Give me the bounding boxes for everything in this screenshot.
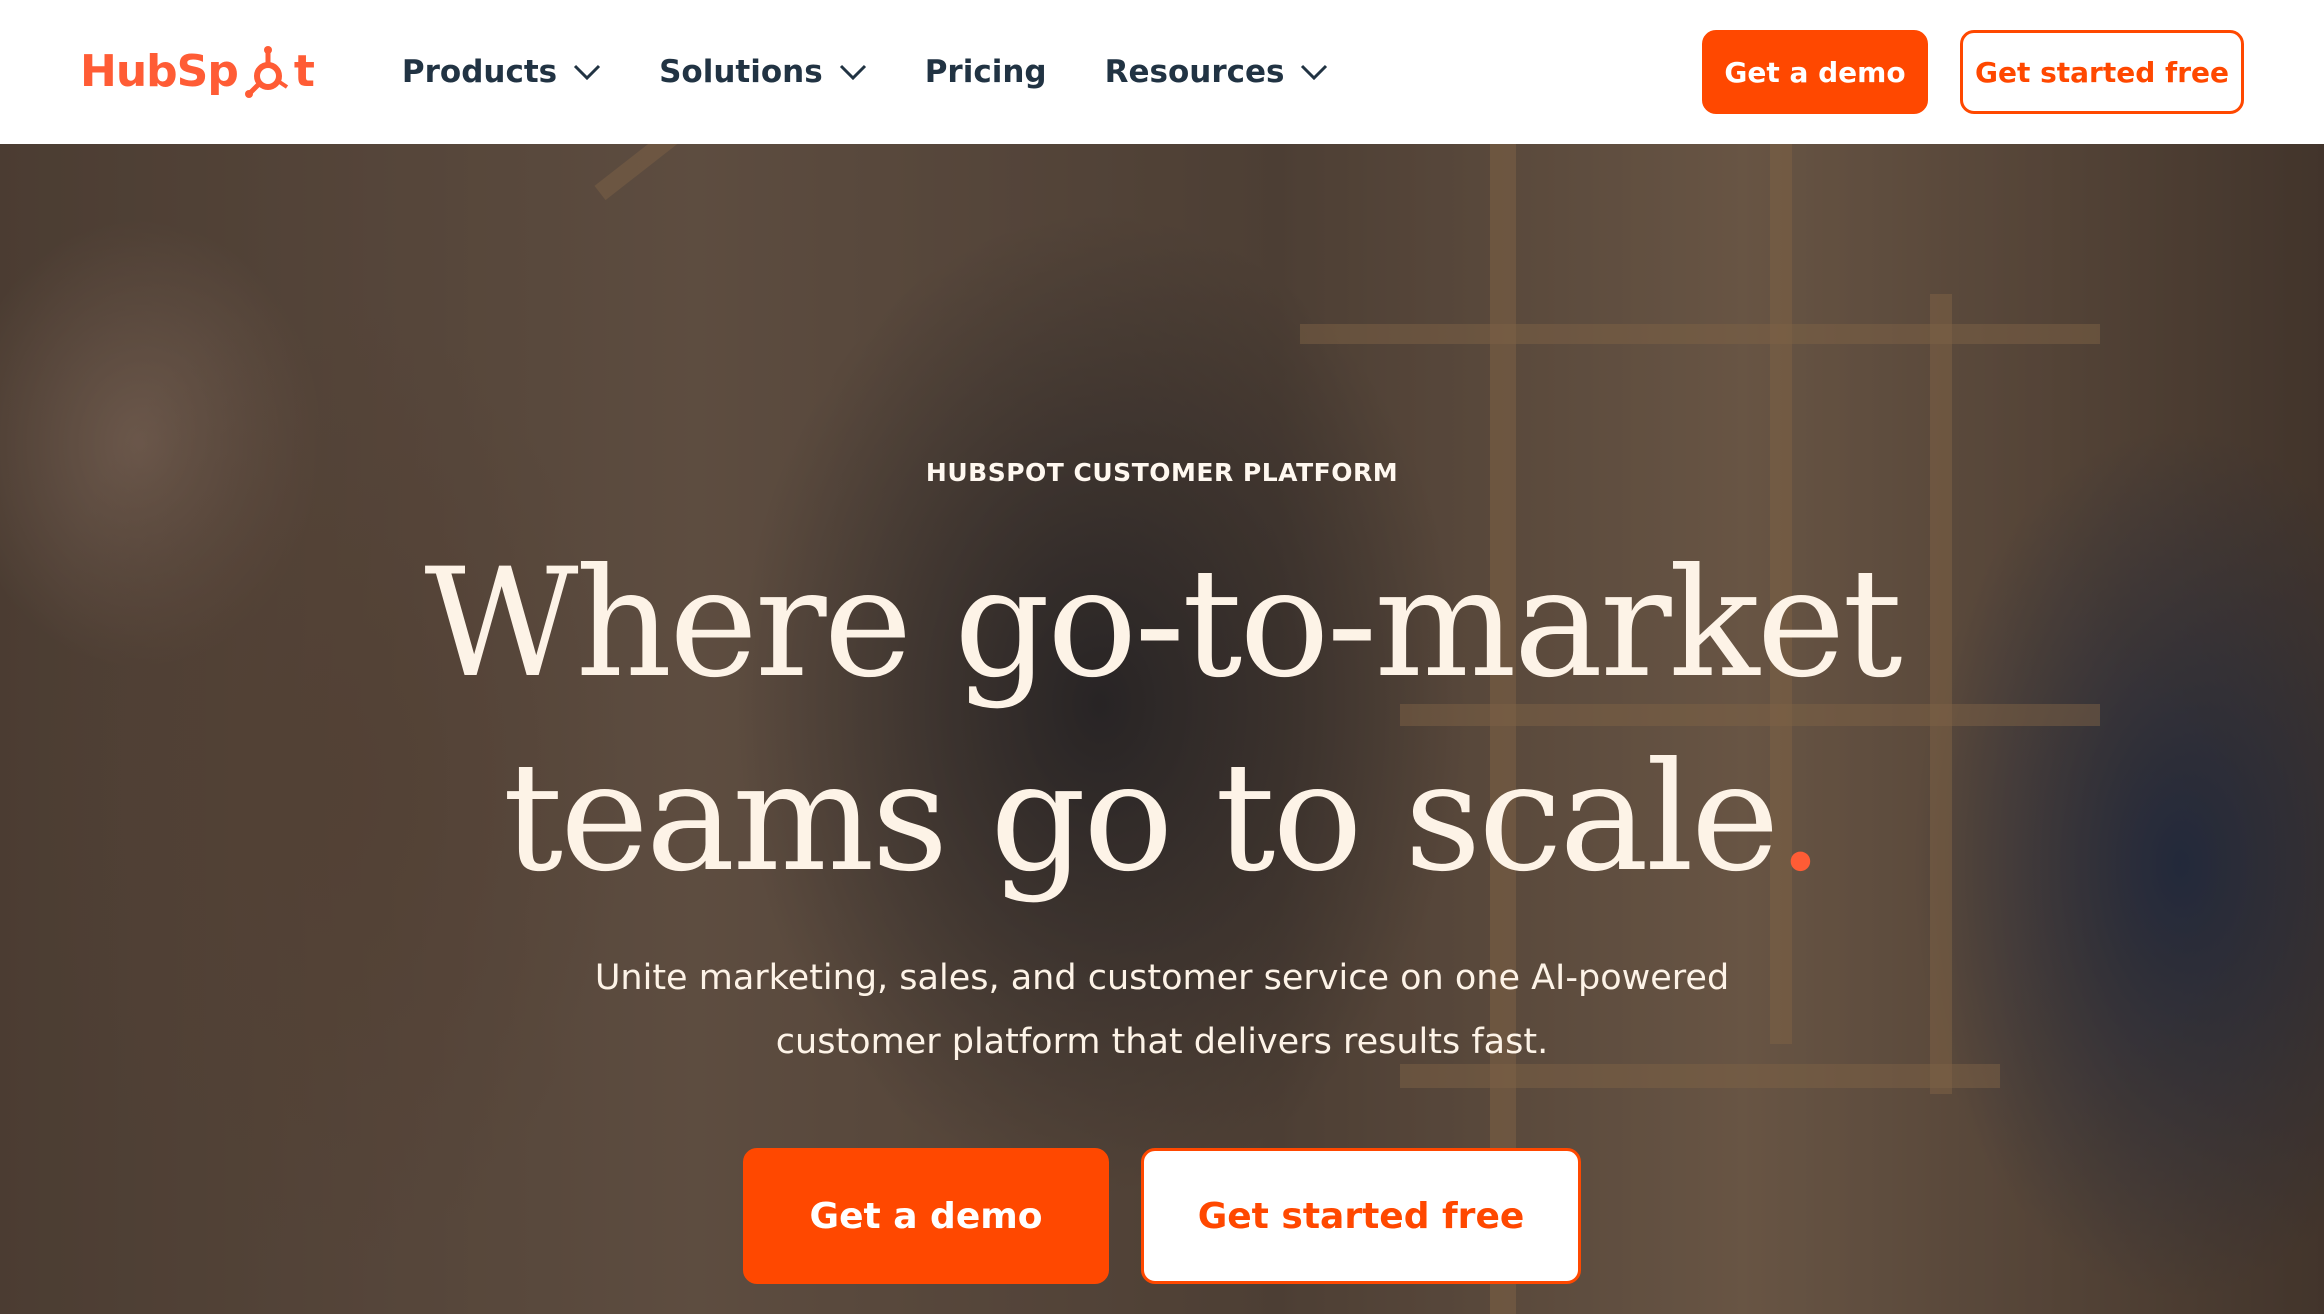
headline-accent-dot: . (1776, 731, 1825, 905)
nav-products-label: Products (401, 54, 558, 90)
header-actions: Get a demo Get started free (1702, 30, 2244, 114)
hero-subhead: Unite marketing, sales, and customer ser… (0, 946, 2324, 1074)
chevron-down-icon (839, 64, 866, 80)
nav-resources[interactable]: Resources (1105, 54, 1329, 90)
hero-actions: Get a demo Get started free (0, 1148, 2324, 1284)
headline-line-1: Where go-to-market (424, 537, 1902, 711)
hero-eyebrow: HUBSPOT CUSTOMER PLATFORM (925, 458, 1399, 487)
chevron-down-icon (574, 64, 601, 80)
hero-get-demo-button[interactable]: Get a demo (743, 1148, 1109, 1284)
hero-headline: Where go-to-market teams go to scale. (0, 527, 2324, 915)
nav-pricing[interactable]: Pricing (925, 54, 1047, 90)
hero-section: HUBSPOT CUSTOMER PLATFORM Where go-to-ma… (0, 144, 2324, 1314)
subhead-line-1: Unite marketing, sales, and customer ser… (594, 958, 1730, 998)
logo-text-end: t (293, 46, 315, 97)
hero-get-started-free-button[interactable]: Get started free (1141, 1148, 1581, 1284)
nav-products[interactable]: Products (402, 54, 601, 90)
main-nav: Products Solutions Pricing Resources (402, 54, 1702, 90)
hubspot-logo[interactable]: HubSp t (80, 42, 315, 102)
nav-solutions-label: Solutions (659, 54, 823, 90)
logo-text: HubSp (80, 46, 239, 97)
header-get-demo-button[interactable]: Get a demo (1702, 30, 1928, 114)
hero-content: HUBSPOT CUSTOMER PLATFORM Where go-to-ma… (0, 144, 2324, 1314)
nav-pricing-label: Pricing (924, 54, 1047, 90)
site-header: HubSp t Products Solutions Pricing Resou… (0, 0, 2324, 144)
headline-line-2: teams go to scale (502, 731, 1780, 905)
header-get-started-free-button[interactable]: Get started free (1960, 30, 2244, 114)
chevron-down-icon (1301, 64, 1328, 80)
nav-resources-label: Resources (1104, 54, 1285, 90)
nav-solutions[interactable]: Solutions (659, 54, 867, 90)
sprocket-icon (244, 46, 288, 98)
subhead-line-2: customer platform that delivers results … (775, 1022, 1549, 1062)
